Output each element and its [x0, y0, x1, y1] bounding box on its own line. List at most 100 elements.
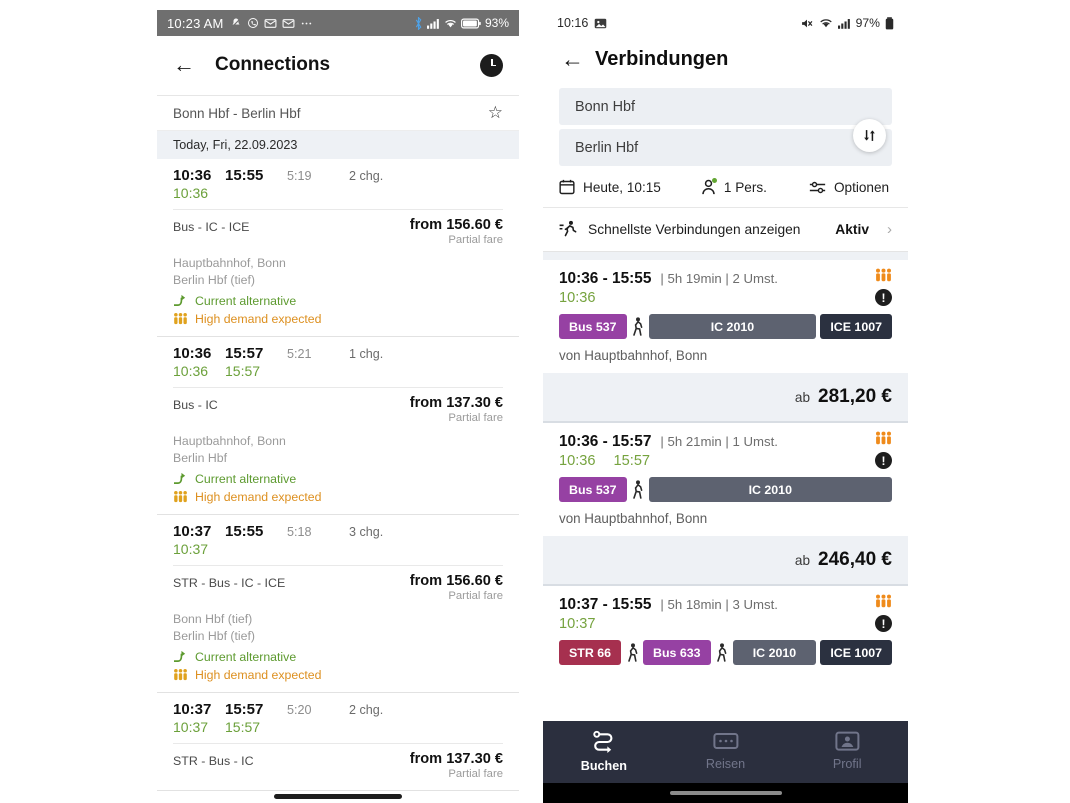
leg-badges: Bus 537 IC 2010 ICE 1007: [559, 314, 892, 339]
status-bar-system-icons: 93%: [414, 16, 509, 30]
nav-item-profil[interactable]: Profil: [786, 730, 908, 771]
product-price-row: STR - Bus - IC - ICE from 156.60 € Parti…: [173, 573, 503, 602]
price: from 137.30 €: [409, 394, 503, 411]
origin-input[interactable]: Bonn Hbf: [559, 88, 892, 125]
nav-item-buchen[interactable]: Buchen: [543, 730, 665, 773]
back-button[interactable]: ←: [173, 52, 203, 78]
date-time-label: Heute, 10:15: [583, 179, 661, 195]
nav-item-reisen[interactable]: Reisen: [665, 730, 787, 771]
route-summary-bar[interactable]: Bonn Hbf - Berlin Hbf ☆: [157, 95, 519, 131]
changes-count: 2 chg.: [349, 169, 384, 183]
departure-time: 10:36: [173, 344, 212, 362]
battery-icon: [461, 18, 481, 28]
connection-card[interactable]: 10:36 - 15:57 | 5h 21min | 1 Umst. 10:36…: [543, 423, 908, 586]
realtime-arrival: 15:57: [613, 453, 651, 469]
origin-stop: Bonn Hbf (tief): [173, 611, 253, 626]
connection-time-range-row: 10:36 - 15:57 | 5h 21min | 1 Umst.: [559, 433, 892, 451]
card-status-icons: !: [875, 431, 892, 469]
connection-card[interactable]: 10:36 15:55 5:19 2 chg. 10:36 Bus - IC -…: [157, 159, 519, 337]
alternative-arrow-icon: [173, 294, 188, 307]
leg-badge-ice[interactable]: ICE 1007: [820, 640, 892, 665]
price-bar[interactable]: ab 281,20 €: [543, 373, 908, 423]
connection-card[interactable]: 10:37 15:55 5:18 3 chg. 10:37 STR - Bus …: [157, 514, 519, 693]
departure-time: 10:37: [173, 522, 212, 540]
departure-time: 10:37: [173, 700, 212, 718]
passengers-option[interactable]: 1 Pers.: [701, 178, 767, 195]
wifi-icon: [819, 19, 832, 28]
partial-fare-label: Partial fare: [448, 411, 503, 424]
options-option[interactable]: Optionen: [809, 180, 889, 195]
date-time-option[interactable]: Heute, 10:15: [559, 179, 661, 195]
arrival-time: 15:55: [225, 167, 264, 184]
occupancy-people-icon: [173, 668, 188, 681]
right-status-bar: 10:16 97%: [543, 10, 908, 36]
arrival-time: 15:55: [225, 522, 264, 540]
leg-badge-ic[interactable]: IC 2010: [648, 314, 817, 339]
route-text: Bonn Hbf - Berlin Hbf: [173, 105, 301, 121]
occupancy-people-icon: [173, 490, 188, 503]
destination-input[interactable]: Berlin Hbf: [559, 129, 892, 166]
warning-icon[interactable]: !: [875, 289, 892, 306]
occupancy-people-icon: [875, 594, 892, 608]
occupancy-people-icon: [875, 431, 892, 445]
connection-time-range-row: 10:36 - 15:55 | 5h 19min | 2 Umst.: [559, 270, 892, 288]
leg-badge-bus[interactable]: Bus 537: [559, 314, 627, 339]
connection-card[interactable]: 10:37 15:57 5:20 2 chg. 10:37 15:57 STR …: [157, 692, 519, 791]
warning-icon[interactable]: !: [875, 615, 892, 632]
warning-icon[interactable]: !: [875, 452, 892, 469]
leg-badge-str[interactable]: STR 66: [559, 640, 622, 665]
signal-icon: [837, 18, 850, 29]
time-range: 10:36 - 15:57: [559, 433, 652, 450]
alternative-label: Current alternative: [195, 293, 297, 308]
swap-stations-button[interactable]: [853, 119, 886, 152]
stops-block: Bonn Hbf (tief) Berlin Hbf (tief) Curren…: [173, 611, 503, 682]
page-title: Verbindungen: [595, 47, 729, 70]
clock-icon[interactable]: [480, 53, 503, 77]
realtime-departure: 10:37: [559, 616, 596, 632]
status-bar-time: 10:16: [557, 16, 589, 30]
realtime-times: 10:36 15:57: [173, 363, 503, 379]
connection-card-body: 10:36 - 15:57 | 5h 21min | 1 Umst. 10:36…: [543, 423, 908, 536]
divider: [173, 742, 503, 744]
connection-times: 10:37 15:57 5:20 2 chg.: [173, 701, 503, 718]
stops-block: Hauptbahnhof, Bonn Berlin Hbf Current al…: [173, 433, 503, 504]
leg-badge-bus[interactable]: Bus 537: [559, 477, 627, 502]
alternative-label: Current alternative: [195, 471, 297, 486]
sliders-icon: [809, 181, 826, 193]
price-bar[interactable]: ab 246,40 €: [543, 536, 908, 586]
high-demand-label: High demand expected: [195, 311, 322, 326]
right-phone-screen: 10:16 97% ← Verbindungen Bonn Hbf Berlin…: [543, 10, 908, 803]
leg-badge-ic[interactable]: IC 2010: [732, 640, 817, 665]
swap-vertical-icon: [864, 130, 875, 141]
page-title: Connections: [215, 54, 331, 75]
connection-card[interactable]: 10:36 - 15:55 | 5h 19min | 2 Umst. 10:36…: [543, 260, 908, 423]
price-amount: 246,40 €: [818, 549, 892, 570]
nav-label-reisen: Reisen: [705, 757, 746, 771]
price-prefix: ab: [794, 553, 811, 568]
passengers-label: 1 Pers.: [723, 179, 767, 195]
back-button[interactable]: ←: [561, 46, 595, 73]
fastest-connections-row[interactable]: Schnellste Verbindungen anzeigen Aktiv ›: [543, 208, 908, 251]
favorite-star-icon[interactable]: ☆: [488, 103, 503, 123]
walk-icon: [621, 642, 643, 663]
occupancy-people-icon: [173, 312, 188, 325]
leg-badge-bus[interactable]: Bus 633: [643, 640, 711, 665]
section-gap: [543, 251, 908, 260]
options-label: Optionen: [833, 179, 890, 195]
realtime-departure: 10:36: [559, 290, 596, 306]
person-icon-wrap: [701, 178, 717, 195]
leg-badge-ic[interactable]: IC 2010: [648, 477, 892, 502]
product-list: Bus - IC: [173, 397, 218, 412]
profile-icon: [835, 731, 860, 751]
walk-icon: [627, 479, 649, 500]
chevron-right-icon[interactable]: ›: [887, 221, 892, 238]
leg-badge-ice[interactable]: ICE 1007: [820, 314, 892, 339]
connection-times: 10:36 15:57 5:21 1 chg.: [173, 345, 503, 362]
connection-card[interactable]: 10:36 15:57 5:21 1 chg. 10:36 15:57 Bus …: [157, 336, 519, 515]
realtime-departure: 10:37: [173, 540, 209, 557]
leg-badges: Bus 537 IC 2010: [559, 477, 892, 502]
connection-card[interactable]: 10:37 - 15:55 | 5h 18min | 3 Umst. 10:37…: [543, 586, 908, 675]
realtime-times: 10:36: [559, 290, 892, 306]
card-status-icons: !: [875, 594, 892, 632]
duration: 5:18: [287, 524, 312, 539]
